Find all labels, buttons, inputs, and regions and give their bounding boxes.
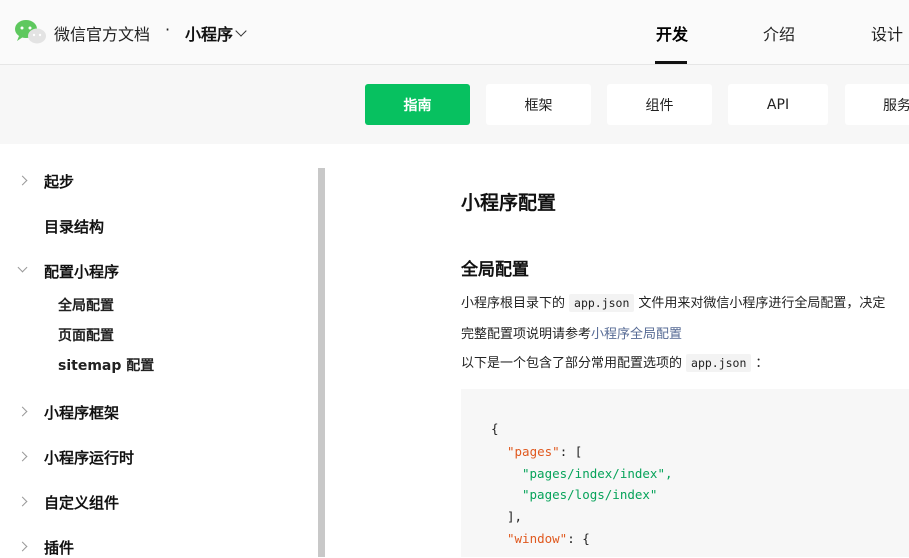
- chevron-down-icon[interactable]: [235, 25, 247, 37]
- paragraph-text: 小程序根目录下的: [461, 296, 566, 311]
- code-line: "pages/index/index",: [522, 466, 673, 481]
- code-line: "pages": [: [507, 444, 582, 459]
- tab-services[interactable]: 服务: [845, 84, 909, 125]
- code-key: "window": [507, 531, 568, 546]
- sidebar-item-config[interactable]: 配置小程序: [44, 261, 119, 282]
- product-switcher[interactable]: 小程序: [185, 21, 233, 45]
- sub-navigation: 指南 框架 组件 API 服务: [0, 65, 909, 144]
- top-header: 微信官方文档 · 小程序 开发 介绍 设计: [0, 0, 909, 65]
- sidebar-item-directory[interactable]: 目录结构: [44, 216, 104, 237]
- global-config-link[interactable]: 小程序全局配置: [591, 327, 682, 342]
- sidebar-scrollbar[interactable]: [318, 168, 325, 557]
- sidebar-subitem-page-config[interactable]: 页面配置: [58, 325, 114, 345]
- paragraph-example: 以下是一个包含了部分常用配置选项的 app.json：: [461, 352, 769, 372]
- sidebar-item-custom-components[interactable]: 自定义组件: [44, 492, 119, 513]
- wechat-logo-icon[interactable]: [14, 19, 46, 45]
- sidebar-item-getting-started[interactable]: 起步: [44, 171, 74, 192]
- code-line: "pages/logs/index": [522, 487, 658, 502]
- tab-guide[interactable]: 指南: [365, 84, 470, 125]
- code-line: ],: [507, 509, 523, 524]
- paragraph-text: 以下是一个包含了部分常用配置选项的: [461, 356, 683, 371]
- inline-code: app.json: [686, 354, 752, 372]
- paragraph-intro: 小程序根目录下的 app.json 文件用来对微信小程序进行全局配置，决定: [461, 292, 886, 312]
- code-punct: : {: [567, 531, 590, 546]
- paragraph-text: 文件用来对微信小程序进行全局配置，决定: [638, 296, 886, 311]
- inline-code: app.json: [569, 294, 635, 312]
- paragraph-text: ：: [755, 356, 769, 371]
- sidebar-item-runtime[interactable]: 小程序运行时: [44, 447, 134, 468]
- topnav-develop[interactable]: 开发: [656, 21, 688, 45]
- topnav-intro[interactable]: 介绍: [763, 21, 795, 45]
- sidebar-item-framework[interactable]: 小程序框架: [44, 402, 119, 423]
- code-line: "window": {: [507, 531, 590, 546]
- code-key: "pages": [507, 444, 560, 459]
- tab-api[interactable]: API: [728, 84, 828, 125]
- title-separator: ·: [165, 20, 171, 39]
- active-nav-indicator: [655, 61, 687, 64]
- sidebar-subitem-global-config[interactable]: 全局配置: [58, 295, 114, 315]
- code-punct: : [: [559, 444, 583, 459]
- sidebar-subitem-sitemap-config[interactable]: sitemap 配置: [58, 355, 154, 375]
- tab-components[interactable]: 组件: [607, 84, 712, 125]
- code-block: { "pages": [ "pages/index/index", "pages…: [461, 389, 909, 557]
- sidebar-item-plugins[interactable]: 插件: [44, 537, 74, 558]
- tab-framework[interactable]: 框架: [486, 84, 591, 125]
- page-title: 小程序配置: [461, 192, 557, 214]
- section-heading: 全局配置: [461, 260, 529, 280]
- topnav-design[interactable]: 设计: [871, 21, 903, 45]
- paragraph-text: 完整配置项说明请参考: [461, 327, 592, 342]
- code-line: {: [491, 421, 499, 436]
- brand-title[interactable]: 微信官方文档: [54, 21, 150, 45]
- paragraph-reference: 完整配置项说明请参考小程序全局配置: [461, 323, 682, 342]
